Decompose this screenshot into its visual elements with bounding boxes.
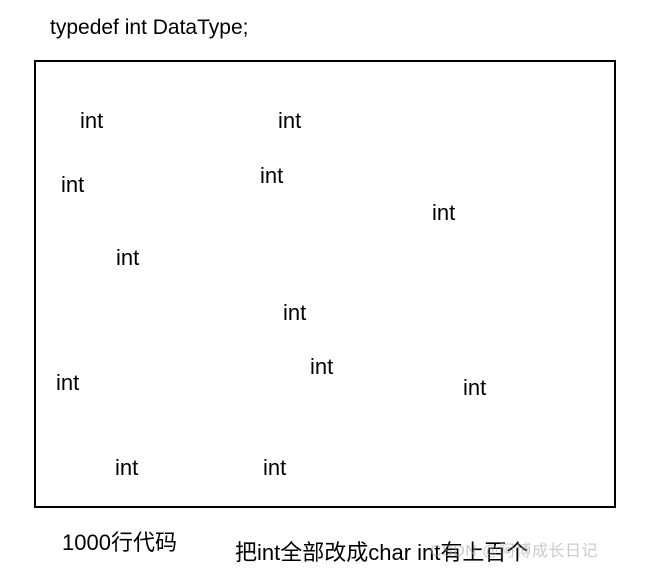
int-label-8: int xyxy=(56,370,79,396)
int-label-11: int xyxy=(263,455,286,481)
code-area-box xyxy=(34,60,616,508)
int-label-0: int xyxy=(80,108,103,134)
typedef-statement: typedef int DataType; xyxy=(50,16,248,40)
int-label-5: int xyxy=(116,245,139,271)
int-label-4: int xyxy=(432,200,455,226)
int-label-6: int xyxy=(283,300,306,326)
int-label-3: int xyxy=(260,163,283,189)
caption-change-instruction: 把int全部改成char int有上百个 xyxy=(235,535,528,567)
caption-lines-count: 1000行代码 xyxy=(62,525,177,557)
int-label-7: int xyxy=(310,354,333,380)
int-label-10: int xyxy=(115,455,138,481)
int-label-2: int xyxy=(61,172,84,198)
int-label-9: int xyxy=(463,375,486,401)
int-label-1: int xyxy=(278,108,301,134)
